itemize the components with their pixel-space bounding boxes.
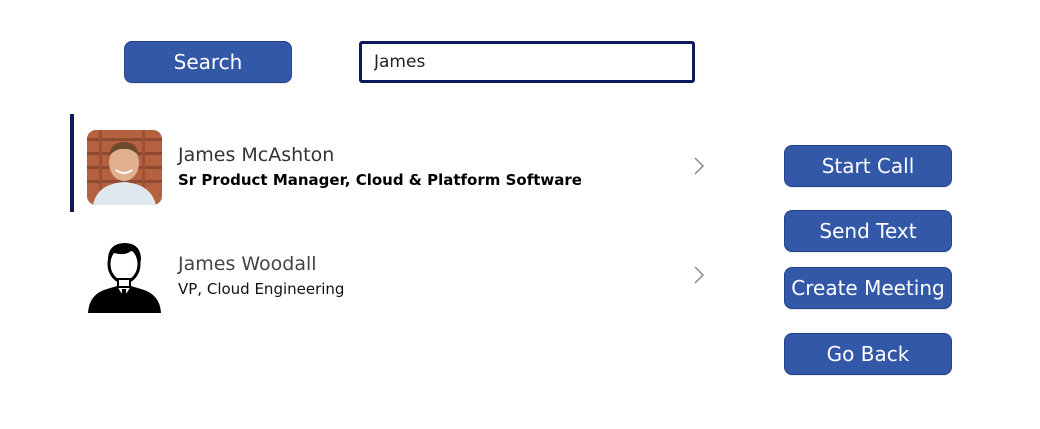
create-meeting-button[interactable]: Create Meeting: [784, 267, 952, 309]
send-text-button[interactable]: Send Text: [784, 210, 952, 252]
person-silhouette-icon: [87, 239, 162, 314]
start-call-button[interactable]: Start Call: [784, 145, 952, 187]
result-item-james-mcashton[interactable]: James McAshton Sr Product Manager, Cloud…: [70, 114, 720, 213]
go-back-button[interactable]: Go Back: [784, 333, 952, 375]
avatar-photo: [87, 130, 162, 205]
result-title: VP, Cloud Engineering: [178, 280, 345, 298]
result-item-james-woodall[interactable]: James Woodall VP, Cloud Engineering: [70, 236, 720, 322]
result-name: James McAshton: [178, 144, 335, 166]
selection-indicator: [70, 114, 74, 212]
result-name: James Woodall: [178, 253, 317, 275]
result-title: Sr Product Manager, Cloud & Platform Sof…: [178, 171, 582, 189]
chevron-right-icon[interactable]: [690, 264, 708, 286]
search-button[interactable]: Search: [124, 41, 292, 83]
search-input[interactable]: [359, 41, 695, 83]
chevron-right-icon[interactable]: [690, 155, 708, 177]
